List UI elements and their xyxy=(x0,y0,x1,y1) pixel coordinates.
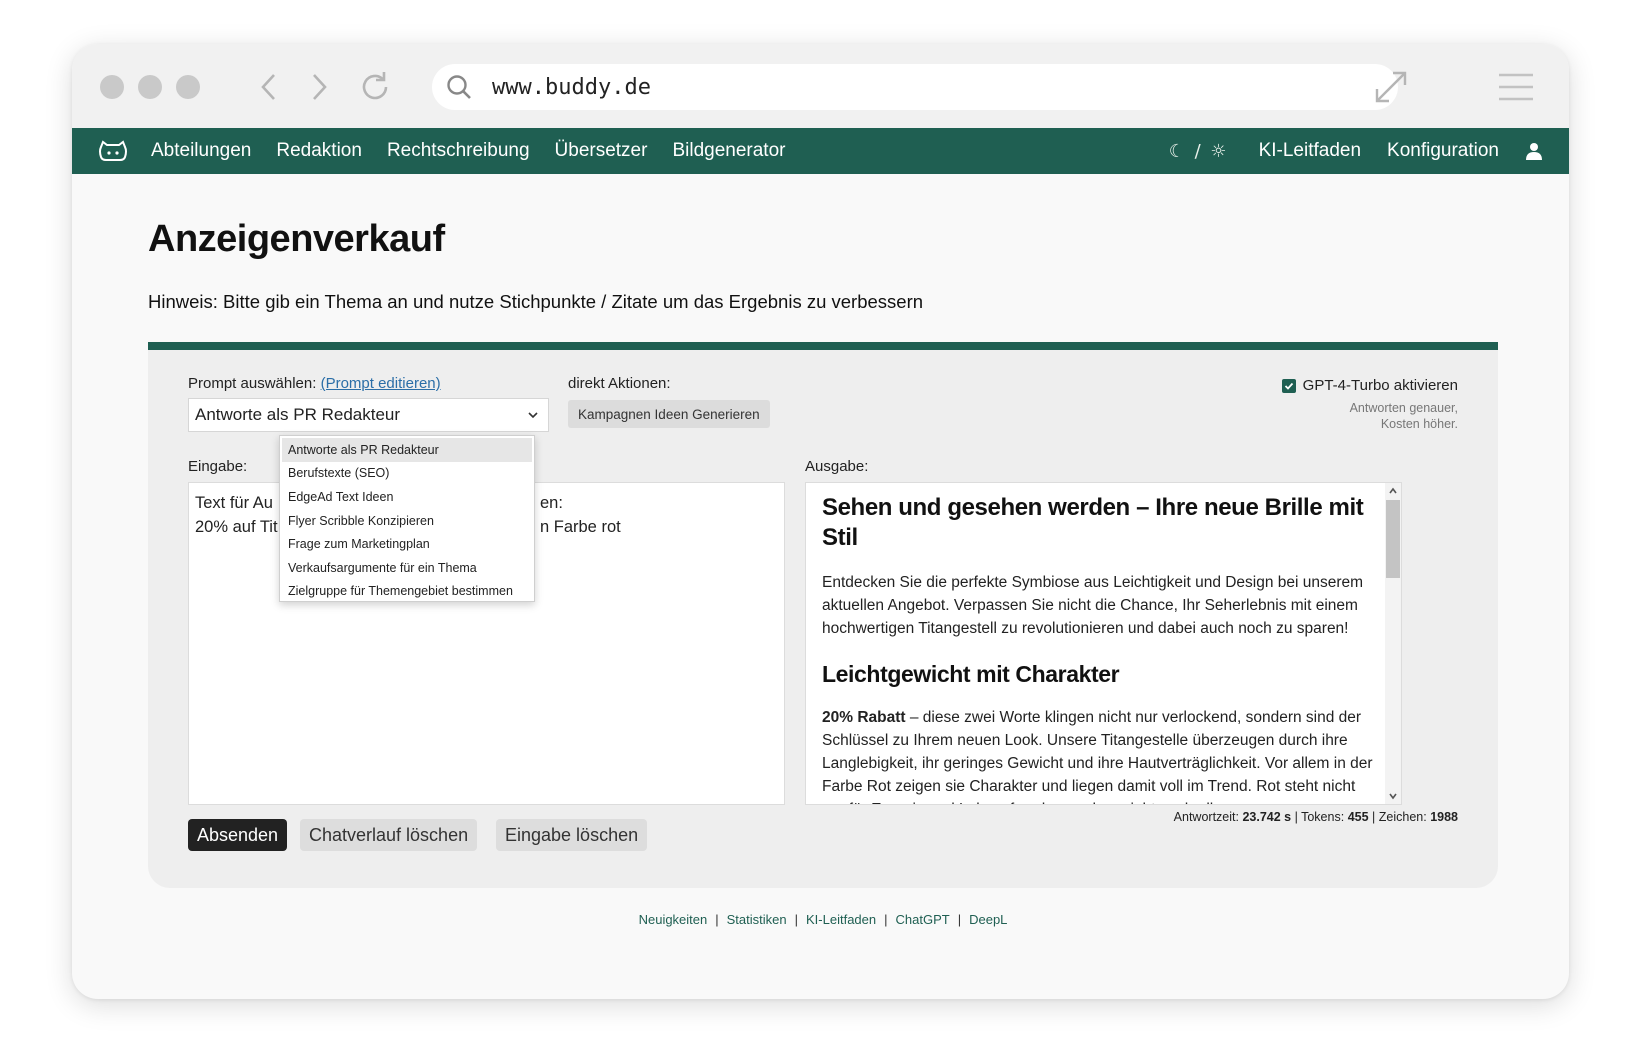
time-value: 23.742 s xyxy=(1242,810,1292,824)
dropdown-option[interactable]: Antworte als PR Redakteur xyxy=(282,438,532,462)
prompt-label-text: Prompt auswählen: xyxy=(188,375,317,392)
back-arrow-icon[interactable] xyxy=(248,66,290,108)
buddy-logo-icon[interactable] xyxy=(98,136,128,166)
prompt-select[interactable]: Antworte als PR Redakteur xyxy=(188,398,549,432)
input-line-2-end: n Farbe rot xyxy=(540,518,621,536)
footer-separator: | xyxy=(794,912,799,927)
dropdown-option[interactable]: Berufstexte (SEO) xyxy=(282,462,532,486)
search-icon xyxy=(447,75,471,99)
footer-link-ki-leitfaden[interactable]: KI-Leitfaden xyxy=(806,912,876,927)
generator-panel: Prompt auswählen: (Prompt editieren) Ant… xyxy=(148,342,1498,888)
output-heading-2: Leichtgewicht mit Charakter xyxy=(822,661,1120,687)
nav-link-ki-leitfaden[interactable]: KI-Leitfaden xyxy=(1259,140,1361,162)
tokens-label: Tokens: xyxy=(1301,810,1345,824)
gpt4-turbo-note: Antworten genauer, Kosten höher. xyxy=(1350,400,1458,432)
browser-chrome: www.buddy.de xyxy=(72,44,1569,128)
prompt-select-label: Prompt auswählen: (Prompt editieren) xyxy=(188,375,441,392)
footer-link-deepl[interactable]: DeepL xyxy=(969,912,1007,927)
output-content: Sehen und gesehen werden – Ihre neue Bri… xyxy=(822,493,1378,804)
footer-link-statistiken[interactable]: Statistiken xyxy=(727,912,787,927)
dropdown-option[interactable]: Zielgruppe für Themengebiet bestimmen xyxy=(282,580,532,604)
dropdown-option[interactable]: EdgeAd Text Ideen xyxy=(282,485,532,509)
scroll-up-icon[interactable] xyxy=(1388,486,1398,496)
footer-separator: | xyxy=(884,912,888,927)
footer-link-neuigkeiten[interactable]: Neuigkeiten xyxy=(639,912,708,927)
clear-history-button[interactable]: Chatverlauf löschen xyxy=(300,819,478,851)
forward-arrow-icon[interactable] xyxy=(298,66,340,108)
input-line-1-start: Text für Au xyxy=(195,494,273,512)
output-paragraph-2: 20% Rabatt – diese zwei Worte klingen ni… xyxy=(822,706,1378,804)
input-label: Eingabe: xyxy=(188,458,248,475)
dropdown-option[interactable]: Flyer Scribble Konzipieren xyxy=(282,509,532,533)
prompt-edit-link[interactable]: (Prompt editieren) xyxy=(321,375,441,392)
input-line-1-end: en: xyxy=(540,494,563,512)
window-close-dot[interactable] xyxy=(100,75,124,99)
address-bar[interactable]: www.buddy.de xyxy=(432,64,1398,110)
prompt-select-value: Antworte als PR Redakteur xyxy=(195,405,401,424)
output-scrollbar[interactable] xyxy=(1385,483,1401,804)
url-text[interactable]: www.buddy.de xyxy=(492,75,651,100)
chars-label: Zeichen: xyxy=(1378,810,1427,824)
window-minimize-dot[interactable] xyxy=(138,75,162,99)
reload-icon[interactable] xyxy=(354,66,396,108)
footer-separator: | xyxy=(715,912,719,927)
main-navbar: Abteilungen Redaktion Rechtschreibung Üb… xyxy=(72,128,1569,174)
output-label: Ausgabe: xyxy=(805,458,869,475)
output-area[interactable]: Sehen und gesehen werden – Ihre neue Bri… xyxy=(805,482,1402,805)
chars-value: 1988 xyxy=(1430,810,1458,824)
tokens-value: 455 xyxy=(1347,810,1369,824)
dropdown-option[interactable]: Verkaufsargumente für ein Thema xyxy=(282,556,532,580)
gpt4-turbo-checkbox[interactable] xyxy=(1281,378,1296,393)
clear-input-button[interactable]: Eingabe löschen xyxy=(496,819,648,851)
user-icon[interactable] xyxy=(1525,142,1543,160)
campaign-ideas-button[interactable]: Kampagnen Ideen Generieren xyxy=(568,400,770,428)
nav-link-redaktion[interactable]: Redaktion xyxy=(276,140,362,162)
gpt4-turbo-label: GPT-4-Turbo aktivieren xyxy=(1302,377,1458,394)
output-paragraph-1: Entdecken Sie die perfekte Symbiose aus … xyxy=(822,574,1364,637)
scroll-down-icon[interactable] xyxy=(1388,791,1398,801)
gpt4-turbo-toggle[interactable]: GPT-4-Turbo aktivieren xyxy=(1281,377,1458,394)
gpt-note-line-1: Antworten genauer, xyxy=(1349,401,1458,415)
window-maximize-dot[interactable] xyxy=(176,75,200,99)
gpt-note-line-2: Kosten höher. xyxy=(1380,417,1458,431)
fullscreen-icon[interactable] xyxy=(1370,66,1412,108)
scroll-thumb[interactable] xyxy=(1386,500,1400,578)
response-stats: Antwortzeit: 23.742 s | Tokens: 455 | Ze… xyxy=(1173,810,1458,824)
page-title: Anzeigenverkauf xyxy=(148,218,445,260)
menu-icon[interactable] xyxy=(1496,66,1536,108)
nav-link-rechtschreibung[interactable]: Rechtschreibung xyxy=(387,140,530,162)
send-button[interactable]: Absenden xyxy=(188,819,288,851)
nav-link-bildgenerator[interactable]: Bildgenerator xyxy=(672,140,785,162)
browser-window: www.buddy.de Abteilungen Redaktion Recht… xyxy=(72,44,1569,999)
output-heading-1: Sehen und gesehen werden – Ihre neue Bri… xyxy=(822,494,1364,551)
discount-highlight: 20% Rabatt xyxy=(822,709,906,726)
output-paragraph-2-text: – diese zwei Worte klingen nicht nur ver… xyxy=(822,709,1373,804)
hint-text: Hinweis: Bitte gib ein Thema an und nutz… xyxy=(148,291,924,312)
checkmark-icon xyxy=(1284,382,1293,390)
nav-link-uebersetzer[interactable]: Übersetzer xyxy=(555,140,648,162)
footer-separator: | xyxy=(957,912,962,927)
theme-toggle[interactable]: ☾ / ☼ xyxy=(1169,141,1229,162)
actions-label: direkt Aktionen: xyxy=(568,375,671,392)
footer-link-chatgpt[interactable]: ChatGPT xyxy=(896,912,950,927)
chevron-down-icon xyxy=(528,412,538,419)
input-line-2-start: 20% auf Tit xyxy=(195,518,278,536)
nav-link-konfiguration[interactable]: Konfiguration xyxy=(1387,140,1499,162)
nav-link-abteilungen[interactable]: Abteilungen xyxy=(151,140,251,162)
dropdown-option[interactable]: Frage zum Marketingplan xyxy=(282,532,532,556)
footer-links: Neuigkeiten | Statistiken | KI-Leitfaden | Cha… xyxy=(148,912,1498,927)
time-label: Antwortzeit: xyxy=(1173,810,1239,824)
navbar-right: ☾ / ☼ KI-Leitfaden Konfiguration xyxy=(1169,128,1569,174)
prompt-dropdown-list: Antworte als PR Redakteur Berufstexte (S… xyxy=(279,435,535,602)
